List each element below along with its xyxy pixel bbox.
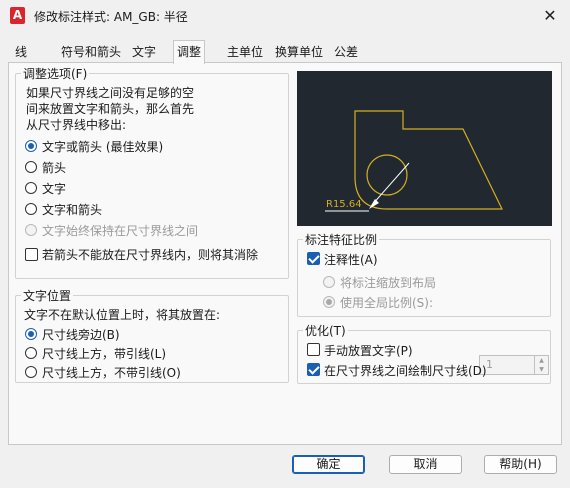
autocad-icon: A [10,7,25,24]
preview-dimension-label: R15.64 [326,199,362,210]
radio-text-label: 文字 [42,182,67,196]
fit-options-description-line-1: 如果尺寸界线之间没有足够的空 [26,86,195,100]
manual-text-checkbox[interactable] [307,343,320,356]
radio-scale-to-layout-label: 将标注缩放到布局 [340,276,437,290]
annotative-label: 注释性(A) [324,253,378,267]
window-title: 修改标注样式: AM_GB: 半径 [34,10,188,24]
annotative-checkbox[interactable] [307,252,320,265]
radio-scale-to-layout[interactable] [323,276,335,288]
fine-tuning-group: 优化(T) 手动放置文字(P) 在尺寸界线之间绘制尺寸线(D) [297,322,551,384]
draw-dim-line-label: 在尺寸界线之间绘制尺寸线(D) [324,364,487,378]
tab-lines[interactable]: 线 [12,43,30,63]
radio-text[interactable] [25,182,37,194]
radio-over-with-leader-label: 尺寸线上方，带引线(L) [42,347,167,361]
radio-global-scale[interactable] [323,296,335,308]
fine-tuning-title: 优化(T) [303,322,348,339]
tab-symbols-arrows[interactable]: 符号和箭头 [58,43,124,63]
cancel-button[interactable]: 取消 [389,455,462,474]
radio-always-keep-text-between[interactable] [25,224,37,236]
close-icon[interactable]: ✕ [538,4,562,28]
tab-bar: 线 符号和箭头 文字 调整 主单位 换算单位 公差 [8,40,562,64]
text-placement-description: 文字不在默认位置上时，将其放置在: [24,308,221,322]
tab-alternate-units[interactable]: 换算单位 [272,43,326,63]
ok-button[interactable]: 确定 [292,455,365,474]
title-bar: A 修改标注样式: AM_GB: 半径 ✕ [0,0,570,32]
text-placement-group: 文字位置 文字不在默认位置上时，将其放置在: 尺寸线旁边(B) 尺寸线上方，带引… [15,287,289,383]
radio-over-without-leader[interactable] [25,366,37,378]
help-button[interactable]: 帮助(H) [484,455,557,474]
fit-options-title: 调整选项(F) [21,65,90,82]
tab-tolerances[interactable]: 公差 [331,43,361,63]
fit-tab-panel: 调整选项(F) 如果尺寸界线之间没有足够的空 间来放置文字和箭头，那么首先 从尺… [8,62,562,445]
radio-arrows[interactable] [25,161,37,173]
radio-beside-dim-line[interactable] [25,328,37,340]
suppress-arrows-label: 若箭头不能放在尺寸界线内，则将其消除 [42,248,259,262]
scale-group: 标注特征比例 注释性(A) 将标注缩放到布局 使用全局比例(S): [297,231,551,317]
radio-arrows-label: 箭头 [42,161,67,175]
fit-options-description-line-3: 从尺寸界线中移出: [26,118,127,132]
fit-options-description-line-2: 间来放置文字和箭头，那么首先 [26,102,195,116]
draw-dim-line-checkbox[interactable] [307,363,320,376]
autocad-icon-letter: A [12,8,23,22]
radio-text-and-arrows-label: 文字和箭头 [42,203,103,217]
fit-options-group: 调整选项(F) 如果尺寸界线之间没有足够的空 间来放置文字和箭头，那么首先 从尺… [15,65,289,279]
tab-text[interactable]: 文字 [129,43,159,63]
preview-drawing: R15.64 [325,110,503,212]
radio-global-scale-label: 使用全局比例(S): [340,296,434,310]
tab-primary-units[interactable]: 主单位 [224,43,266,63]
radio-text-and-arrows[interactable] [25,203,37,215]
radio-always-keep-text-between-label: 文字始终保持在尺寸界线之间 [42,224,199,238]
radio-over-without-leader-label: 尺寸线上方，不带引线(O) [42,366,181,380]
radio-over-with-leader[interactable] [25,347,37,359]
radio-text-or-arrows-label: 文字或箭头 (最佳效果) [42,140,164,154]
text-placement-title: 文字位置 [21,287,74,304]
radio-text-or-arrows[interactable] [25,140,37,152]
dimension-preview: R15.64 [297,71,552,226]
manual-text-label: 手动放置文字(P) [324,344,413,358]
radio-beside-dim-line-label: 尺寸线旁边(B) [42,328,120,342]
suppress-arrows-checkbox[interactable] [25,248,38,261]
tab-fit[interactable]: 调整 [173,40,206,64]
scale-group-title: 标注特征比例 [303,231,380,248]
